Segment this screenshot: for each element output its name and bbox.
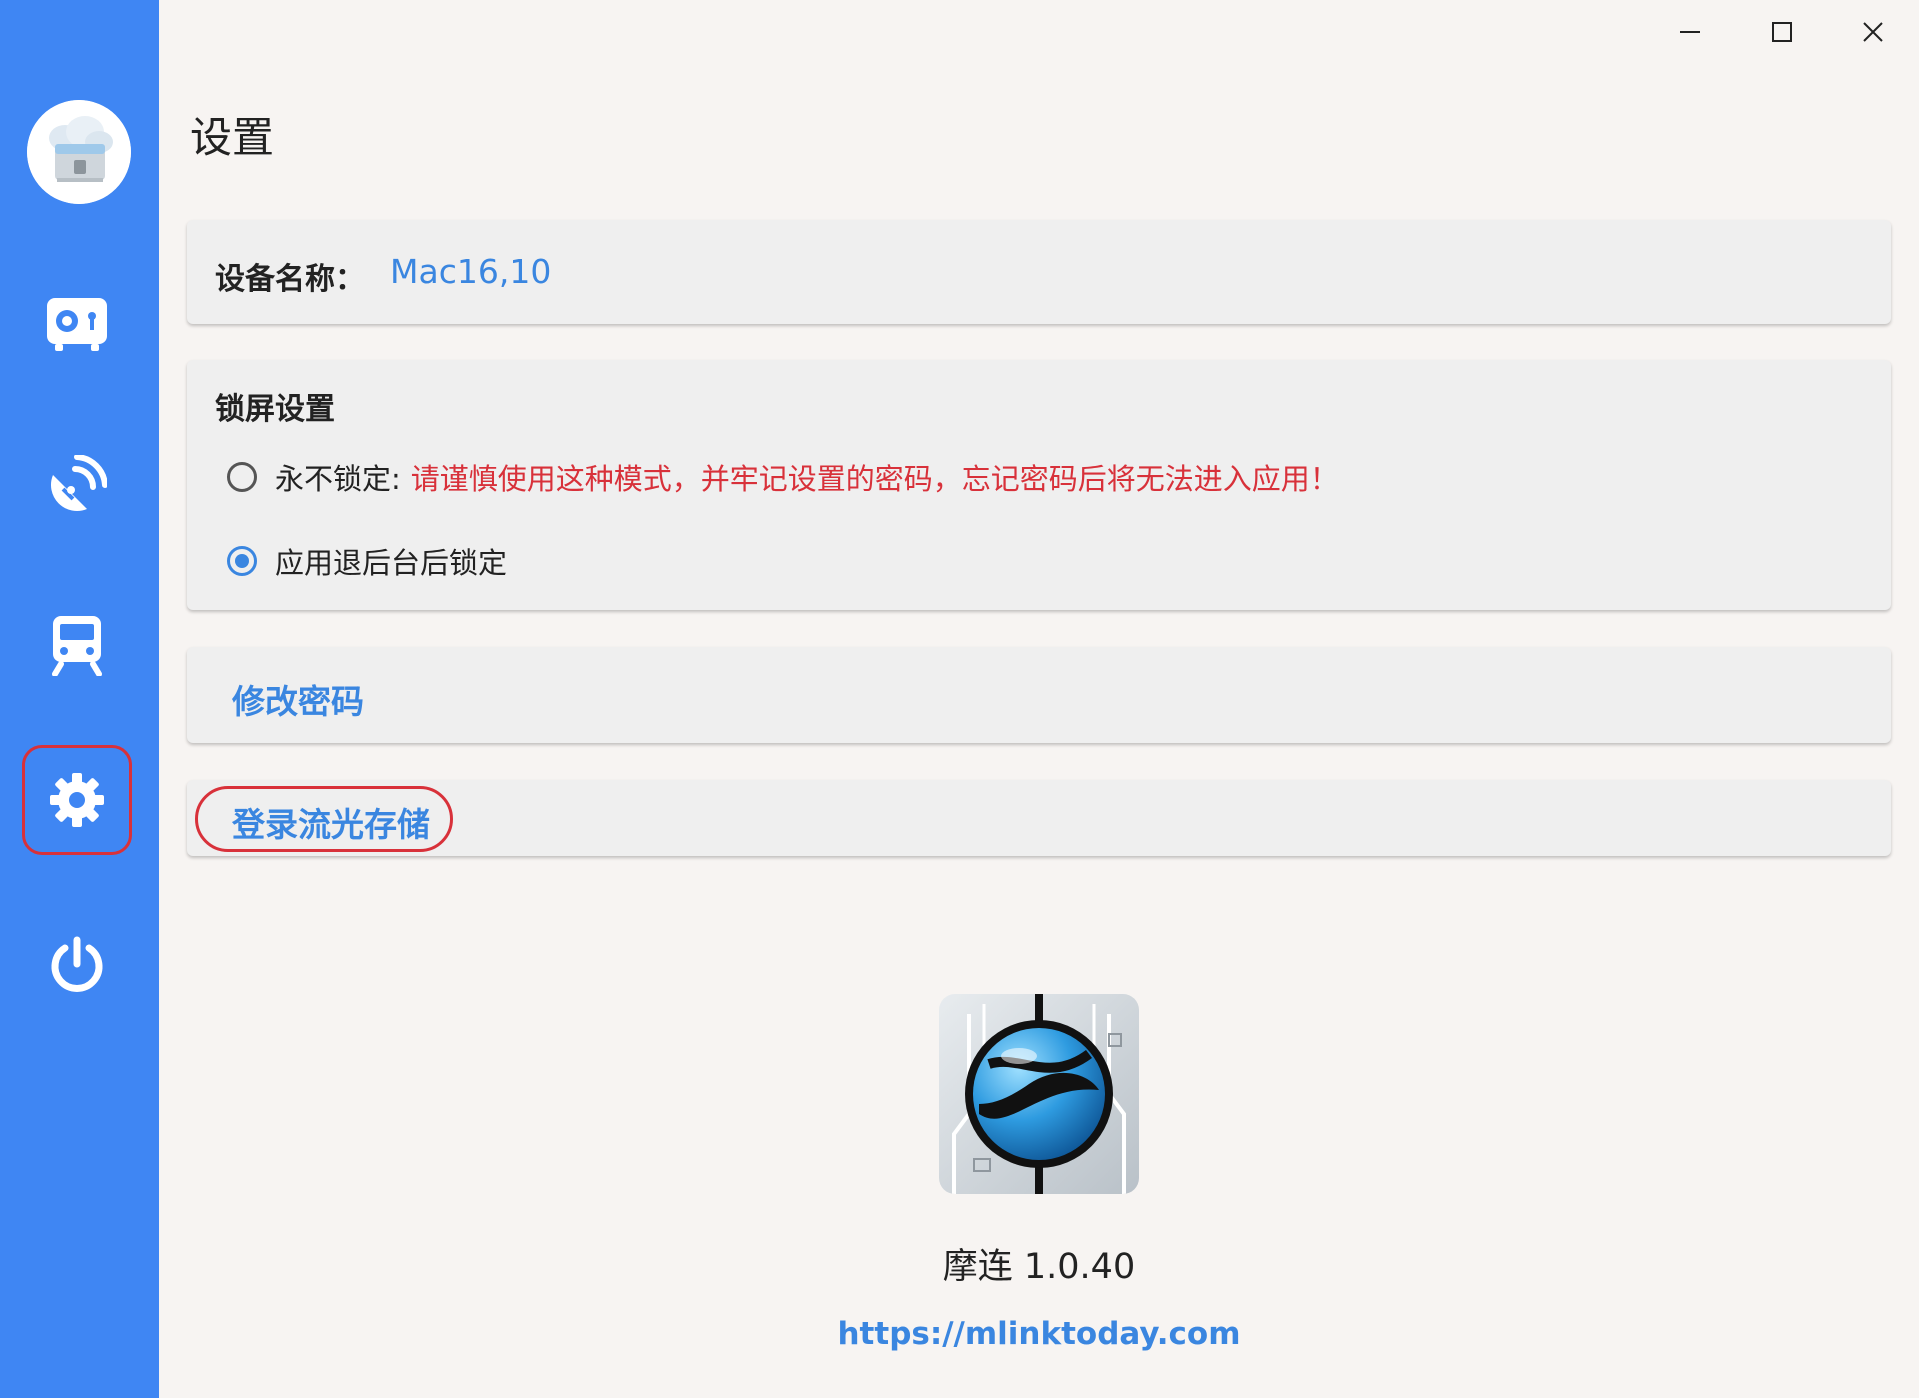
power-icon [51, 936, 103, 992]
avatar[interactable] [27, 100, 131, 204]
background-lock-label: 应用退后台后锁定 [275, 546, 508, 580]
change-password-card: 修改密码 [187, 647, 1891, 743]
safe-icon [47, 298, 107, 351]
radio-background[interactable] [227, 546, 257, 576]
close-icon [1863, 22, 1883, 42]
change-password-button[interactable]: 修改密码 [232, 675, 364, 723]
app-logo [939, 994, 1139, 1194]
nav-power[interactable] [22, 910, 132, 1020]
maximize-button[interactable] [1752, 14, 1812, 50]
train-icon [52, 616, 102, 676]
satellite-dish-icon [51, 455, 107, 511]
login-storage-card: 登录流光存储 [187, 780, 1891, 856]
minimize-button[interactable] [1660, 14, 1720, 50]
website-link[interactable]: https://mlinktoday.com [0, 1316, 1919, 1352]
lock-settings-card: 锁屏设置 永不锁定: 请谨慎使用这种模式，并牢记设置的密码，忘记密码后将无法进入… [187, 360, 1891, 610]
never-lock-label: 永不锁定: [275, 462, 401, 496]
lock-option-never[interactable]: 永不锁定: 请谨慎使用这种模式，并牢记设置的密码，忘记密码后将无法进入应用！ [227, 456, 1339, 498]
maximize-icon [1772, 22, 1792, 42]
close-button[interactable] [1843, 14, 1903, 50]
sidebar [0, 0, 159, 1398]
minimize-icon [1680, 31, 1700, 33]
device-name-card: 设备名称： Mac16,10 [187, 220, 1891, 324]
app-logo-icon [939, 994, 1139, 1194]
page-title: 设置 [190, 113, 275, 162]
device-name-label: 设备名称： [215, 262, 365, 297]
nav-settings[interactable] [22, 745, 132, 855]
nav-train[interactable] [22, 590, 132, 700]
cloud-storage-avatar-icon [27, 100, 131, 204]
nav-safe-box[interactable] [22, 270, 132, 380]
lock-settings-title: 锁屏设置 [215, 392, 335, 427]
device-name-value: Mac16,10 [390, 252, 552, 291]
lock-option-background[interactable]: 应用退后台后锁定 [227, 540, 507, 582]
login-storage-button[interactable]: 登录流光存储 [232, 798, 430, 846]
radio-never[interactable] [227, 462, 257, 492]
app-version: 摩连 1.0.40 [942, 1247, 1136, 1287]
gear-icon [50, 773, 104, 827]
never-lock-warning: 请谨慎使用这种模式，并牢记设置的密码，忘记密码后将无法进入应用！ [410, 462, 1339, 496]
nav-satellite[interactable] [22, 430, 132, 540]
